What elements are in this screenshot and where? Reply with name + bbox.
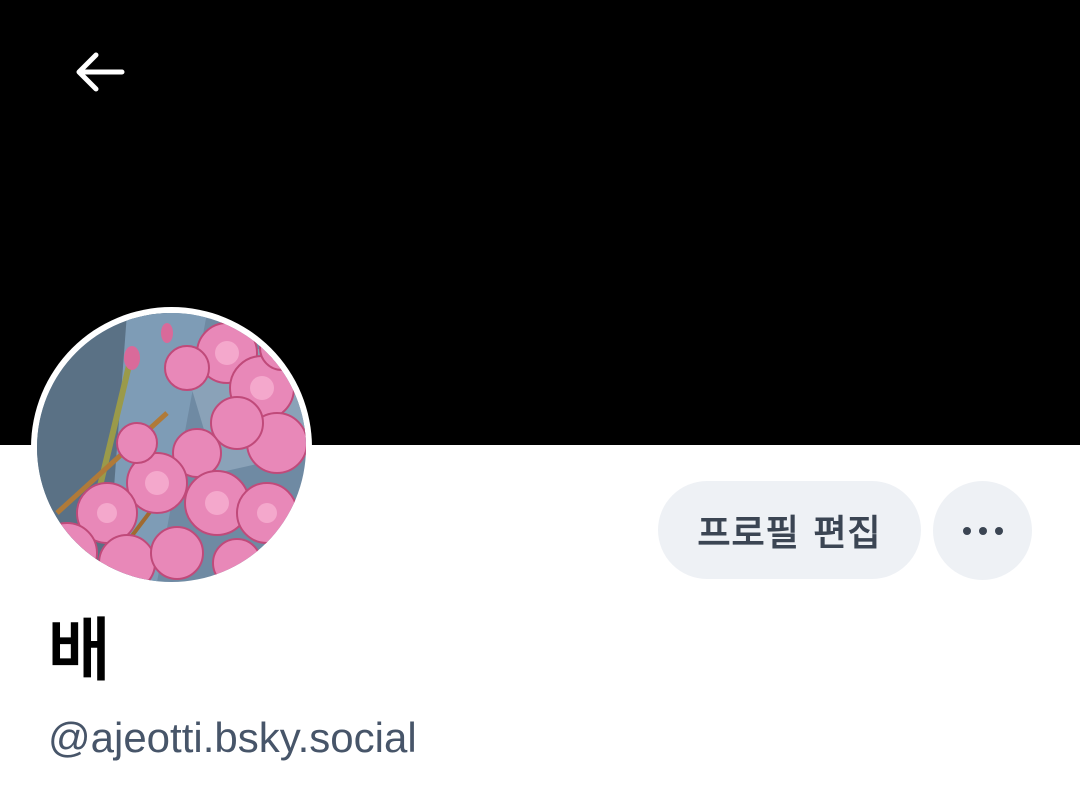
more-horizontal-icon-dot <box>994 526 1003 535</box>
more-horizontal-icon-dot <box>978 526 987 535</box>
back-button[interactable] <box>60 38 140 106</box>
avatar-image <box>37 313 306 582</box>
avatar[interactable] <box>37 313 306 582</box>
more-horizontal-icon <box>962 526 971 535</box>
profile-screen: 프로필 편집 배 @ajeotti.bsky.social <box>0 0 1080 794</box>
display-name: 배 <box>48 612 111 691</box>
more-options-button[interactable] <box>933 481 1032 580</box>
profile-handle: @ajeotti.bsky.social <box>48 714 417 761</box>
edit-profile-button[interactable]: 프로필 편집 <box>658 481 921 579</box>
arrow-left-icon <box>76 52 125 92</box>
